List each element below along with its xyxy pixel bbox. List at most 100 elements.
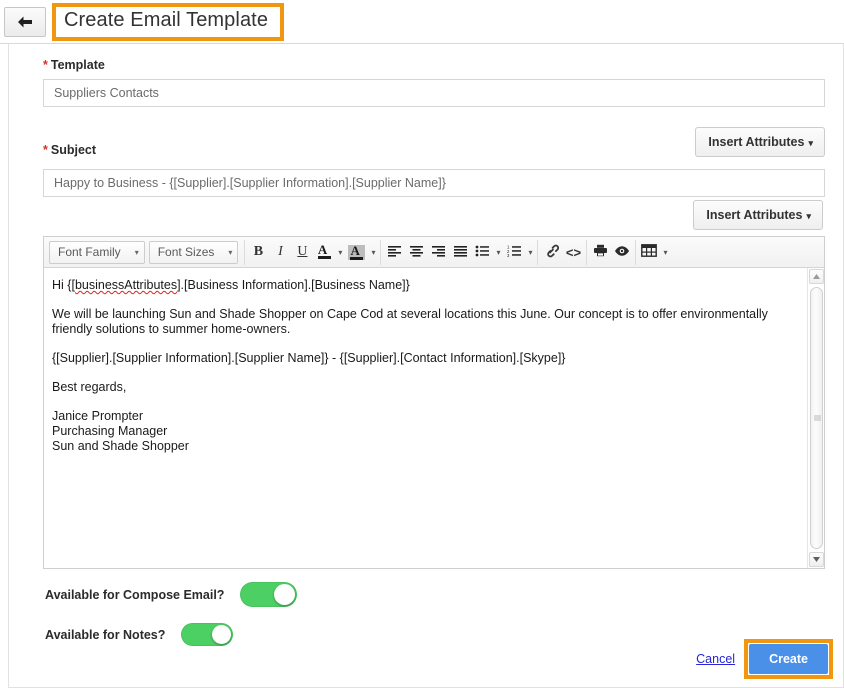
scrollbar-grip-icon	[814, 415, 821, 421]
form-panel: *Template *Subject Insert Attributes▾ In…	[8, 44, 844, 688]
insert-attributes-body-button[interactable]: Insert Attributes ▾	[693, 200, 823, 230]
chevron-down-icon: ▾	[808, 138, 813, 148]
create-button-highlight: Create	[744, 639, 833, 679]
signature-name: Janice Prompter	[52, 409, 144, 423]
page-title: Create Email Template	[64, 9, 269, 31]
form-actions: Cancel Create	[696, 639, 833, 679]
font-family-label: Font Family	[58, 245, 121, 259]
arrow-left-icon	[16, 15, 34, 29]
toolbar-group-output	[586, 239, 635, 265]
template-label-text: Template	[50, 58, 105, 72]
align-justify-icon	[453, 245, 468, 260]
toolbar-group-formatting: B I U A ▾ A ▾	[244, 239, 380, 265]
text-color-dropdown[interactable]: ▾	[335, 248, 345, 257]
misspelled-token: businessAttributes	[74, 278, 178, 292]
table-icon	[641, 244, 658, 260]
link-icon	[544, 244, 559, 261]
caret-down-icon	[813, 557, 820, 562]
editor-content-area[interactable]: Hi {[businessAttributes].[Business Infor…	[44, 268, 824, 568]
font-size-select[interactable]: Font Sizes ▾	[148, 240, 239, 264]
eye-icon	[614, 245, 630, 260]
required-marker: *	[43, 58, 48, 72]
toggle-label-notes: Available for Notes?	[45, 627, 166, 642]
template-label: * Template	[43, 58, 825, 72]
insert-attributes-subject-button[interactable]: Insert Attributes ▾	[695, 127, 825, 157]
toolbar-group-insert: <>	[537, 239, 586, 265]
insert-attributes-body-label: Insert Attributes	[706, 208, 803, 222]
toggle-notes[interactable]	[181, 623, 234, 646]
create-button[interactable]: Create	[749, 644, 828, 674]
back-button[interactable]	[4, 6, 46, 37]
editor-signoff: Best regards,	[52, 380, 127, 394]
insert-link-button[interactable]	[540, 241, 562, 264]
underline-button[interactable]: U	[291, 241, 313, 264]
subject-field-group: * Subject Insert Attributes ▾	[43, 127, 825, 197]
numbered-list-button[interactable]: 1 2 3	[503, 241, 525, 264]
chevron-down-icon: ▾	[228, 247, 233, 257]
align-left-icon	[387, 245, 402, 260]
bullet-list-icon	[475, 245, 490, 260]
editor-scrollbar[interactable]	[807, 268, 824, 568]
toolbar-group-fonts: Font Family ▾ Font Sizes ▾	[47, 240, 244, 265]
preview-button[interactable]	[611, 241, 633, 264]
top-bar: Create Email Template	[0, 0, 844, 44]
print-button[interactable]	[589, 241, 611, 264]
subject-header-row: * Subject Insert Attributes ▾	[43, 127, 825, 157]
caret-up-icon	[813, 274, 820, 279]
chevron-down-icon: ▾	[806, 211, 811, 221]
bold-button[interactable]: B	[247, 241, 269, 264]
insert-attributes-subject-label: Insert Attributes	[708, 135, 805, 149]
insert-table-button[interactable]	[638, 241, 660, 264]
table-dropdown[interactable]: ▾	[660, 248, 670, 257]
template-field-group: * Template	[43, 58, 825, 107]
toggle-label-compose-email: Available for Compose Email?	[45, 587, 225, 602]
toggle-row-notes: Available for Notes?	[45, 623, 234, 646]
editor-paragraph-2: {[Supplier].[Supplier Information].[Supp…	[52, 351, 566, 365]
align-center-button[interactable]	[405, 241, 427, 264]
toolbar-group-alignment: ▾ 1 2 3 ▾	[380, 239, 537, 265]
numbered-list-icon: 1 2 3	[507, 244, 522, 260]
toggle-compose-email[interactable]	[240, 582, 298, 607]
cancel-link[interactable]: Cancel	[696, 652, 735, 666]
svg-text:3: 3	[507, 253, 510, 257]
bullet-list-dropdown[interactable]: ▾	[493, 248, 503, 257]
text-color-icon: A	[318, 243, 331, 260]
editor-body[interactable]: Hi {[businessAttributes].[Business Infor…	[44, 268, 807, 568]
toggle-knob	[212, 625, 232, 644]
signature-company: Sun and Shade Shopper	[52, 439, 189, 453]
background-color-button[interactable]: A	[345, 241, 368, 264]
text-color-button[interactable]: A	[313, 241, 335, 264]
greeting-prefix: Hi {[	[52, 278, 75, 292]
scroll-up-button[interactable]	[809, 269, 824, 284]
numbered-list-dropdown[interactable]: ▾	[525, 248, 535, 257]
template-input[interactable]	[43, 79, 825, 107]
editor-toolbar: Font Family ▾ Font Sizes ▾ B I U A ▾ A ▾…	[44, 237, 824, 268]
font-size-label: Font Sizes	[157, 245, 215, 259]
scroll-down-button[interactable]	[809, 552, 824, 567]
subject-input[interactable]	[43, 169, 825, 197]
rich-text-editor: Font Family ▾ Font Sizes ▾ B I U A ▾ A ▾…	[43, 236, 825, 569]
background-color-icon: A	[348, 244, 366, 260]
align-left-button[interactable]	[383, 241, 405, 264]
print-icon	[593, 244, 608, 260]
source-code-button[interactable]: <>	[562, 241, 584, 264]
toggle-knob	[274, 584, 296, 605]
toggle-row-compose-email: Available for Compose Email?	[45, 582, 298, 607]
editor-paragraph-1: We will be launching Sun and Shade Shopp…	[52, 307, 768, 336]
italic-button[interactable]: I	[269, 241, 291, 264]
subject-label: * Subject	[43, 143, 96, 157]
signature-role: Purchasing Manager	[52, 424, 168, 438]
align-right-button[interactable]	[427, 241, 449, 264]
insert-attributes-body-row: Insert Attributes ▾	[693, 200, 823, 230]
background-color-dropdown[interactable]: ▾	[368, 248, 378, 257]
font-family-select[interactable]: Font Family ▾	[49, 240, 145, 264]
scrollbar-thumb[interactable]	[810, 287, 823, 549]
align-justify-button[interactable]	[449, 241, 471, 264]
align-center-icon	[409, 245, 424, 260]
bullet-list-button[interactable]	[471, 241, 493, 264]
toolbar-group-table: ▾	[635, 239, 672, 265]
page-title-highlight: Create Email Template	[52, 2, 285, 41]
align-right-icon	[431, 245, 446, 260]
greeting-suffix: ].[Business Information].[Business Name]…	[177, 278, 410, 292]
required-marker: *	[43, 143, 48, 157]
